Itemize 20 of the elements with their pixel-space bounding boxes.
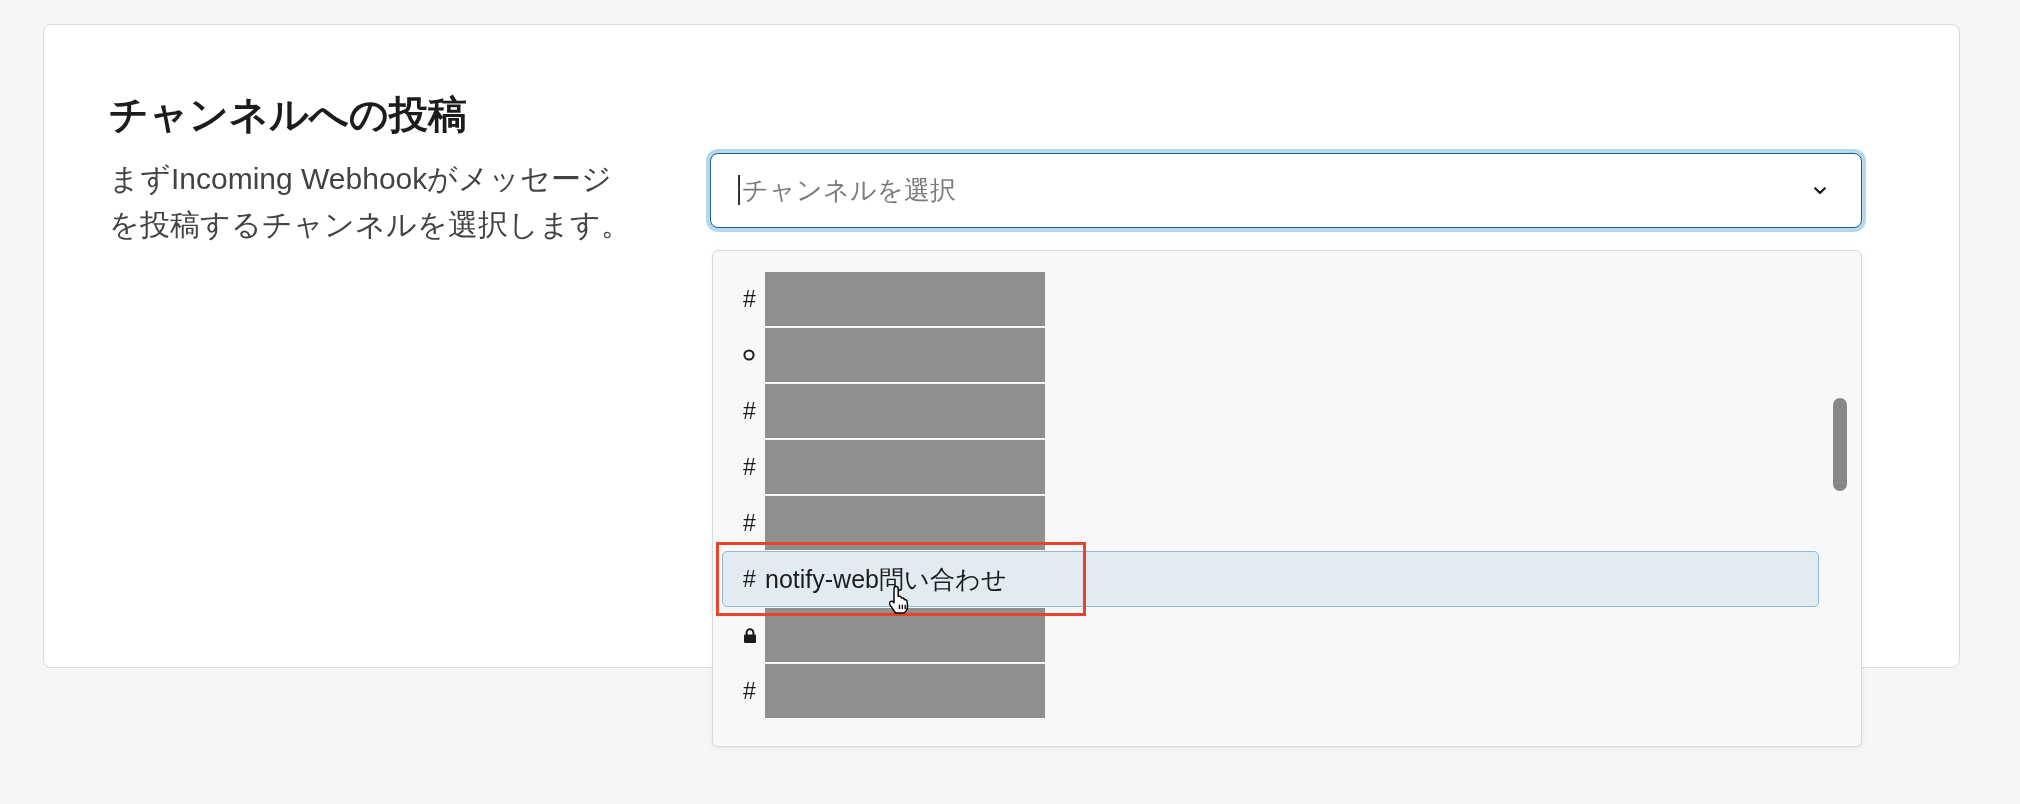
hash-icon: # xyxy=(743,509,756,537)
ring-icon xyxy=(743,349,755,361)
hash-icon: # xyxy=(743,285,756,313)
hash-icon: # xyxy=(743,453,756,481)
section-title: チャンネルへの投稿 xyxy=(109,92,468,138)
channel-option[interactable]: # xyxy=(722,663,1819,719)
hash-icon: # xyxy=(743,397,756,425)
channel-select[interactable]: チャンネルを選択 xyxy=(710,153,1862,228)
text-cursor-icon xyxy=(738,175,740,205)
chevron-down-icon xyxy=(1814,187,1826,195)
channel-option[interactable]: # xyxy=(722,271,1819,327)
scrollbar-thumb[interactable] xyxy=(1833,398,1847,491)
description-text: まずIncoming Webhookがメッセージを投稿するチャンネルを選択します。 xyxy=(109,161,632,243)
channel-option[interactable]: # xyxy=(722,383,1819,439)
hash-icon: # xyxy=(743,677,756,705)
channel-option[interactable]: # xyxy=(722,439,1819,495)
hash-icon: # xyxy=(743,565,756,593)
lock-icon xyxy=(743,627,757,643)
channel-option[interactable]: # notify-web問い合わせ xyxy=(722,551,1819,607)
channel-option[interactable]: # xyxy=(722,495,1819,551)
